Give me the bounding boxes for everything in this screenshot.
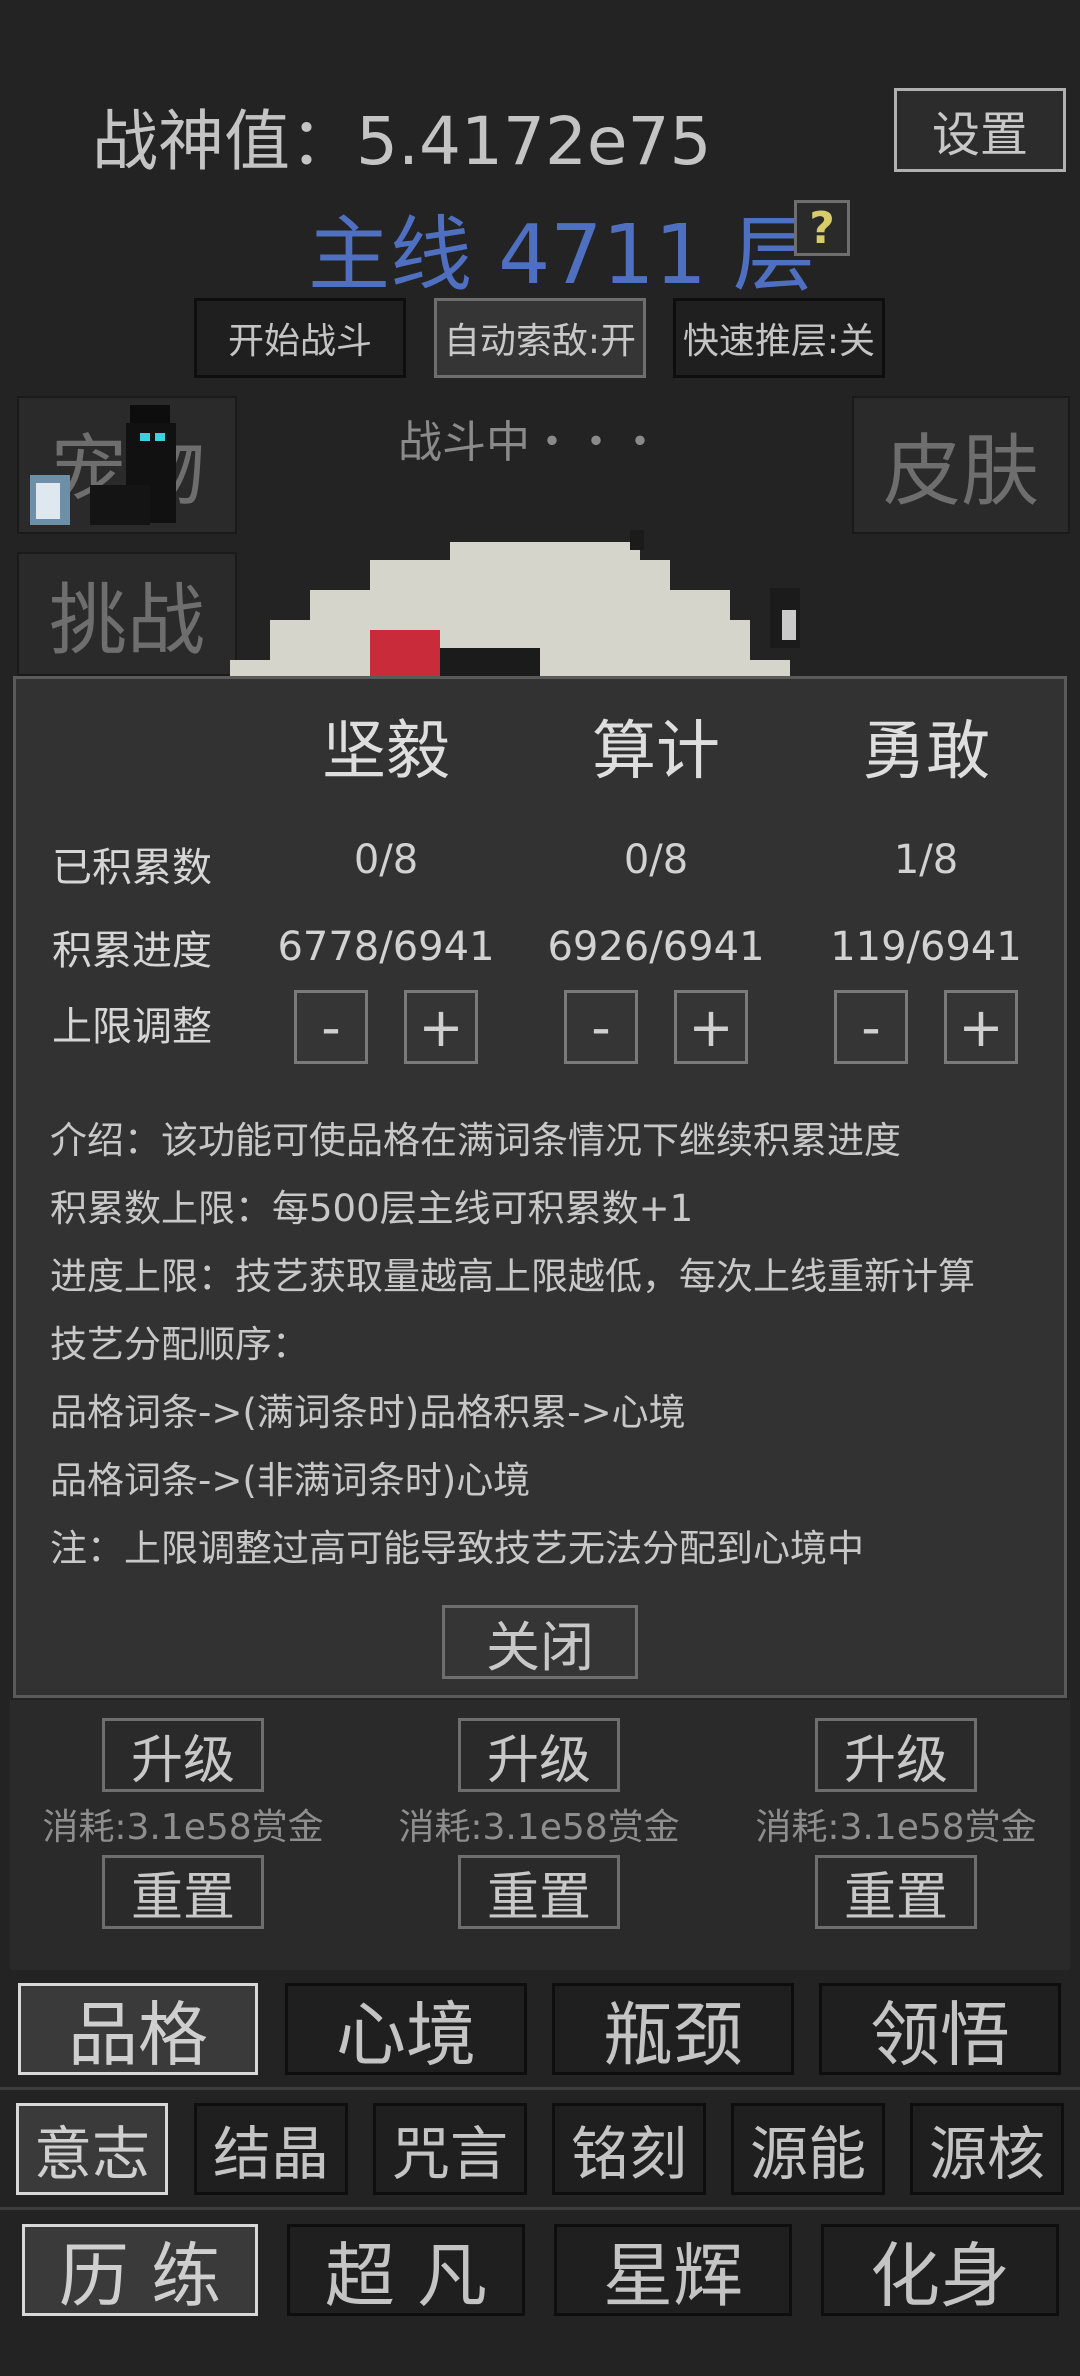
accumulated-label: 已积累数 [52,845,212,891]
progress-value: 6926/6941 [547,924,765,970]
column-header-scheming: 算计 [592,715,720,789]
upgrade-cost: 消耗:3.1e58赏金 [755,1807,1037,1848]
decrease-limit-button[interactable]: - [564,990,638,1064]
increase-limit-button[interactable]: + [404,990,478,1064]
help-icon: ? [809,202,835,254]
column-header-resolute: 坚毅 [322,715,450,789]
battle-enemy-sprite [210,530,850,682]
tab-source-energy[interactable]: 源能 [731,2103,885,2195]
upgrade-button[interactable]: 升级 [458,1718,620,1792]
power-value: 战神值：5.4172e75 [92,103,712,180]
skin-label: 皮肤 [882,427,1039,517]
decrease-limit-button[interactable]: - [294,990,368,1064]
upgrade-button[interactable]: 升级 [102,1718,264,1792]
reset-button[interactable]: 重置 [102,1855,264,1929]
main-line-floor: 主线 4711 层 [308,208,815,303]
upgrade-button[interactable]: 升级 [815,1718,977,1792]
progress-label: 积累进度 [52,928,212,974]
info-line: 进度上限：技艺获取量越高上限越低，每次上线重新计算 [50,1255,975,1298]
adjust-label: 上限调整 [52,1004,212,1050]
info-line: 技艺分配顺序： [50,1323,309,1366]
decrease-limit-button[interactable]: - [834,990,908,1064]
battle-status: 战斗中・・・ [398,417,662,468]
tab-transcend[interactable]: 超 凡 [287,2224,525,2317]
tab-avatar[interactable]: 化身 [821,2224,1059,2317]
increase-limit-button[interactable]: + [944,990,1018,1064]
info-line: 注：上限调整过高可能导致技艺无法分配到心境中 [50,1527,864,1570]
info-line: 介绍：该功能可使品格在满词条情况下继续积累进度 [50,1119,901,1162]
start-battle-button[interactable]: 开始战斗 [194,298,406,378]
challenge-label: 挑战 [48,576,205,666]
accumulated-value: 0/8 [623,837,689,883]
skin-button[interactable]: 皮肤 [852,396,1070,534]
challenge-button[interactable]: 挑战 [17,552,237,676]
tab-insight[interactable]: 领悟 [819,1983,1061,2076]
tab-starlight[interactable]: 星辉 [554,2224,792,2317]
progress-value: 6778/6941 [277,924,495,970]
tab-divider [0,2087,1080,2090]
reset-button[interactable]: 重置 [815,1855,977,1929]
tab-source-core[interactable]: 源核 [910,2103,1064,2195]
column-header-brave: 勇敢 [862,715,990,789]
tab-engraving[interactable]: 铭刻 [552,2103,706,2195]
tab-divider [0,2207,1080,2210]
fast-push-toggle[interactable]: 快速推层:关 [673,298,885,378]
upgrade-cost: 消耗:3.1e58赏金 [398,1807,680,1848]
increase-limit-button[interactable]: + [674,990,748,1064]
settings-button[interactable]: 设置 [894,88,1066,172]
tab-mindset[interactable]: 心境 [285,1983,527,2076]
tab-crystal[interactable]: 结晶 [194,2103,348,2195]
tab-training[interactable]: 历 练 [22,2224,258,2317]
tab-incantation[interactable]: 咒言 [373,2103,527,2195]
progress-value: 119/6941 [830,924,1022,970]
close-button[interactable]: 关闭 [442,1605,638,1679]
pet-sprite [30,405,190,533]
info-line: 积累数上限：每500层主线可积累数+1 [50,1187,694,1230]
info-line: 品格词条->(非满词条时)心境 [50,1459,531,1502]
tab-character[interactable]: 品格 [18,1983,258,2076]
tab-bottleneck[interactable]: 瓶颈 [552,1983,794,2076]
accumulated-value: 0/8 [353,837,419,883]
upgrade-cost: 消耗:3.1e58赏金 [42,1807,324,1848]
accumulated-value: 1/8 [893,837,959,883]
help-button[interactable]: ? [794,200,850,256]
reset-button[interactable]: 重置 [458,1855,620,1929]
info-line: 品格词条->(满词条时)品格积累->心境 [50,1391,686,1434]
tab-will[interactable]: 意志 [16,2103,168,2195]
auto-target-toggle[interactable]: 自动索敌:开 [434,298,646,378]
